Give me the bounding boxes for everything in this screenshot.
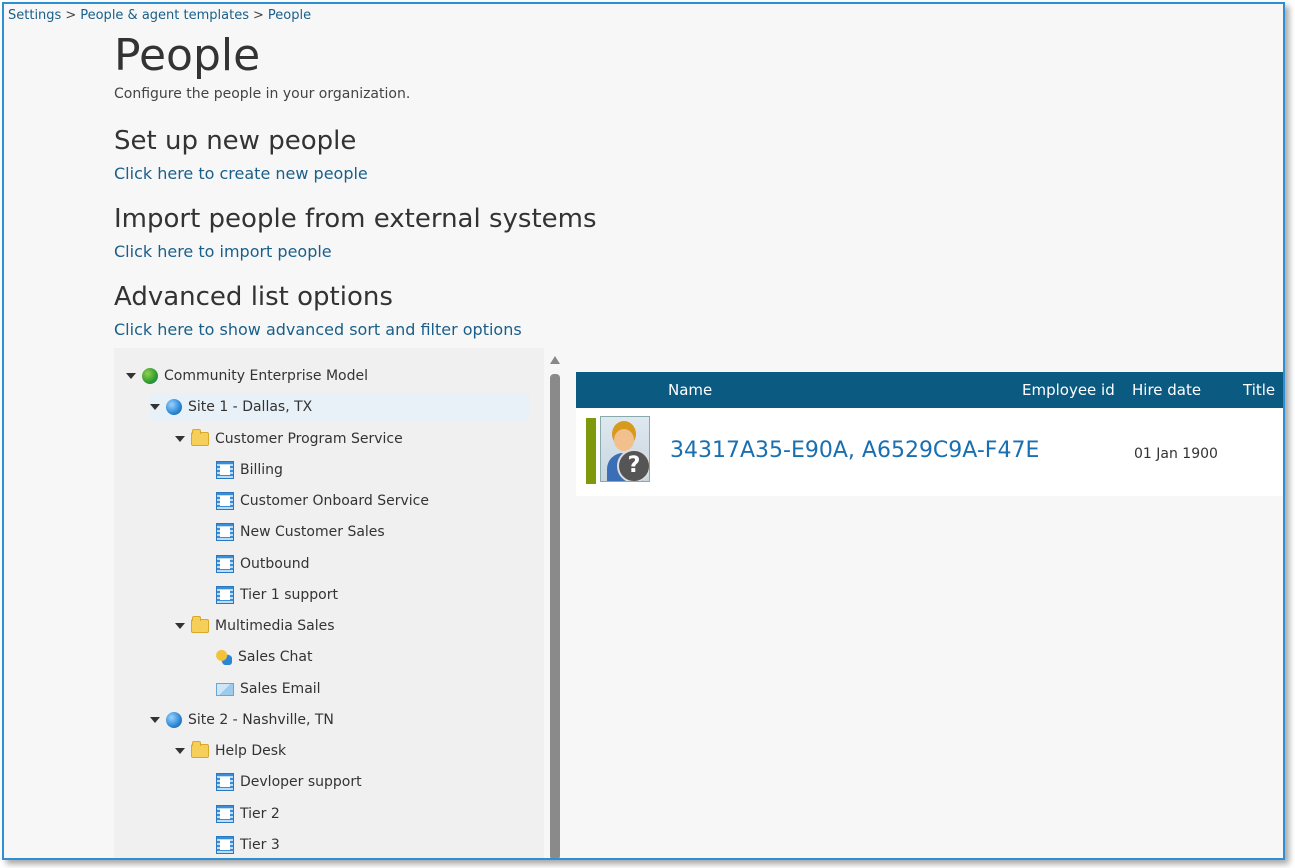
org-tree: Community Enterprise Model Site 1 - Dall… — [114, 348, 544, 858]
tree-item-label: Multimedia Sales — [215, 618, 335, 634]
tree-item-customer-program-service[interactable]: Customer Program Service — [175, 425, 403, 453]
breadcrumb-separator: > — [65, 8, 77, 23]
tree-item-site-1[interactable]: Site 1 - Dallas, TX — [150, 393, 530, 421]
tree-item-label: Sales Email — [240, 681, 321, 697]
tree-item-multimedia-sales[interactable]: Multimedia Sales — [175, 612, 335, 640]
tree-item-label: Sales Chat — [238, 649, 313, 665]
queue-icon — [216, 805, 234, 823]
scroll-up-arrow-icon[interactable] — [550, 356, 560, 364]
tree-item-label: Customer Onboard Service — [240, 493, 429, 509]
enterprise-globe-icon — [142, 368, 158, 384]
tree-item-label: Site 2 - Nashville, TN — [188, 712, 334, 728]
tree-item-help-desk[interactable]: Help Desk — [175, 737, 286, 765]
expand-caret-icon[interactable] — [126, 373, 136, 379]
tree-item-tier-1-support[interactable]: Tier 1 support — [216, 581, 338, 609]
column-header-title[interactable]: Title — [1243, 381, 1275, 399]
page-subtitle: Configure the people in your organizatio… — [114, 86, 411, 102]
tree-item-community-enterprise-model[interactable]: Community Enterprise Model — [126, 362, 368, 390]
tree-item-label: Help Desk — [215, 743, 287, 759]
tree-item-new-customer-sales[interactable]: New Customer Sales — [216, 518, 385, 546]
column-header-name[interactable]: Name — [668, 381, 712, 399]
tree-item-sales-chat[interactable]: Sales Chat — [216, 643, 312, 671]
tree-item-devloper-support[interactable]: Devloper support — [216, 768, 362, 796]
person-name-link[interactable]: 34317A35-E90A, A6529C9A-F47E — [670, 438, 1039, 463]
expand-caret-icon[interactable] — [175, 748, 185, 754]
queue-icon — [216, 461, 234, 479]
table-row[interactable]: ? 34317A35-E90A, A6529C9A-F47E 01 Jan 19… — [576, 408, 1283, 496]
scroll-thumb[interactable] — [550, 374, 560, 858]
breadcrumb-settings[interactable]: Settings — [8, 8, 61, 23]
tree-item-customer-onboard-service[interactable]: Customer Onboard Service — [216, 487, 429, 515]
expand-caret-icon[interactable] — [175, 436, 185, 442]
queue-icon — [216, 555, 234, 573]
chat-icon — [216, 649, 232, 665]
tree-item-site-2[interactable]: Site 2 - Nashville, TN — [150, 706, 334, 734]
page-title: People — [114, 30, 261, 81]
tree-item-label: Devloper support — [240, 774, 362, 790]
tree-item-label: Outbound — [240, 556, 310, 572]
column-header-employee-id[interactable]: Employee id — [1022, 381, 1115, 399]
breadcrumb-people-agent-templates[interactable]: People & agent templates — [80, 8, 249, 23]
breadcrumb: Settings > People & agent templates > People — [8, 8, 311, 23]
queue-icon — [216, 836, 234, 854]
tree-item-sales-email[interactable]: Sales Email — [216, 675, 321, 703]
folder-icon — [191, 429, 209, 446]
avatar-icon: ? — [600, 416, 650, 482]
expand-caret-icon[interactable] — [150, 404, 160, 410]
queue-icon — [216, 586, 234, 604]
tree-item-label: Tier 2 — [240, 806, 280, 822]
create-people-link[interactable]: Click here to create new people — [114, 164, 368, 183]
tree-item-tier-2[interactable]: Tier 2 — [216, 800, 280, 828]
site-globe-icon — [166, 712, 182, 728]
hire-date-cell: 01 Jan 1900 — [1134, 446, 1218, 462]
queue-icon — [216, 492, 234, 510]
people-grid: Name Employee id Hire date Title ? 34317… — [576, 372, 1283, 496]
email-icon — [216, 682, 234, 696]
tree-item-label: Billing — [240, 462, 283, 478]
import-people-link[interactable]: Click here to import people — [114, 242, 332, 261]
tree-item-label: Site 1 - Dallas, TX — [188, 399, 313, 415]
tree-item-label: Tier 3 — [240, 837, 280, 853]
unknown-question-icon: ? — [617, 449, 649, 481]
expand-caret-icon[interactable] — [175, 623, 185, 629]
tree-item-label: Community Enterprise Model — [164, 368, 368, 384]
import-heading: Import people from external systems — [114, 204, 597, 234]
status-indicator — [586, 418, 596, 484]
tree-item-billing[interactable]: Billing — [216, 456, 283, 484]
column-header-hire-date[interactable]: Hire date — [1132, 381, 1201, 399]
advanced-heading: Advanced list options — [114, 282, 393, 312]
breadcrumb-separator: > — [252, 8, 264, 23]
tree-item-outbound[interactable]: Outbound — [216, 550, 309, 578]
site-globe-icon — [166, 399, 182, 415]
setup-heading: Set up new people — [114, 126, 357, 156]
queue-icon — [216, 523, 234, 541]
grid-header: Name Employee id Hire date Title — [576, 372, 1283, 408]
breadcrumb-people[interactable]: People — [268, 8, 311, 23]
queue-icon — [216, 773, 234, 791]
tree-item-tier-3[interactable]: Tier 3 — [216, 831, 280, 858]
app-window: Settings > People & agent templates > People… — [2, 2, 1285, 860]
tree-item-label: Tier 1 support — [240, 587, 338, 603]
tree-item-label: Customer Program Service — [215, 431, 403, 447]
folder-icon — [191, 616, 209, 633]
tree-item-label: New Customer Sales — [240, 524, 385, 540]
advanced-options-link[interactable]: Click here to show advanced sort and fil… — [114, 320, 522, 339]
folder-icon — [191, 741, 209, 758]
expand-caret-icon[interactable] — [150, 717, 160, 723]
tree-scrollbar[interactable] — [550, 352, 560, 858]
